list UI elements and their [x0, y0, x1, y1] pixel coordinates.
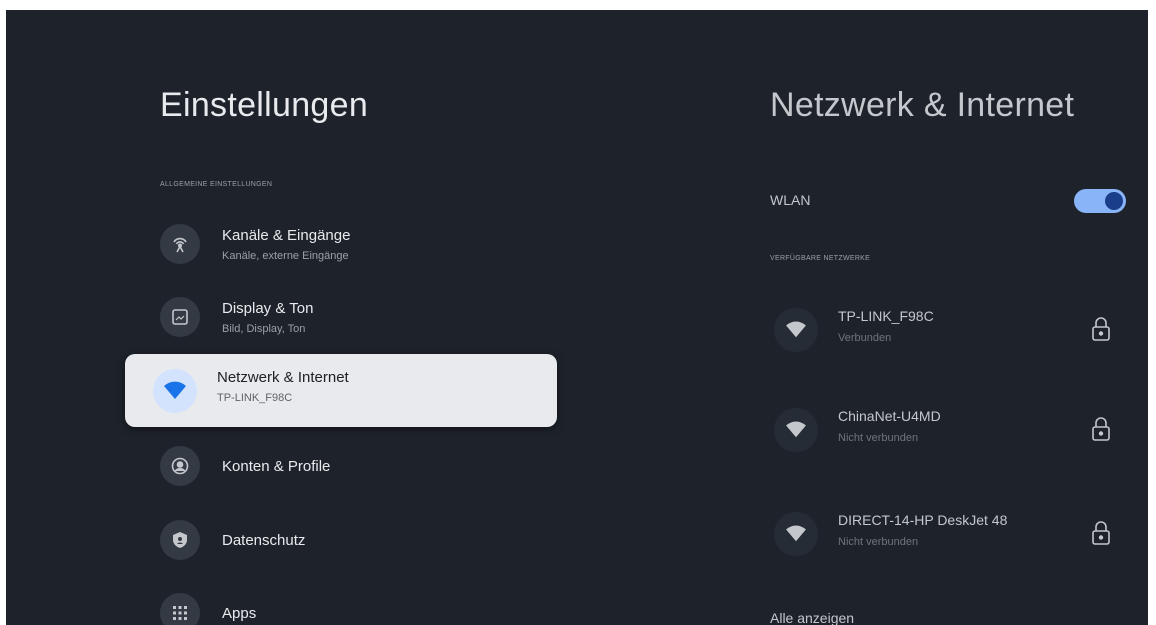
menu-item-label: Kanäle & Eingänge: [222, 227, 351, 244]
lock-icon: [1092, 317, 1110, 341]
antenna-icon: [160, 224, 200, 264]
menu-item-label: Apps: [222, 605, 257, 622]
network-status: Nicht verbunden: [838, 536, 919, 548]
network-status: Nicht verbunden: [838, 432, 919, 444]
account-icon: [160, 446, 200, 486]
wlan-toggle[interactable]: [1074, 189, 1126, 213]
shield-icon: [160, 520, 200, 560]
network-item-chinanet[interactable]: ChinaNet-U4MD Nicht verbunden: [774, 400, 1134, 460]
menu-item-subtitle: Bild, Display, Ton: [222, 323, 306, 335]
wlan-label: WLAN: [770, 192, 811, 208]
menu-item-label: Netzwerk & Internet: [217, 369, 349, 386]
menu-item-subtitle: Kanäle, externe Eingänge: [222, 250, 349, 262]
network-status: Verbunden: [838, 332, 892, 344]
menu-item-label: Konten & Profile: [222, 458, 331, 475]
section-label-general: ALLGEMEINE EINSTELLUNGEN: [160, 181, 273, 188]
toggle-knob: [1105, 192, 1123, 210]
menu-item-channels-inputs[interactable]: Kanäle & Eingänge Kanäle, externe Eingän…: [160, 214, 560, 270]
wifi-icon: [774, 512, 818, 556]
network-name: DIRECT-14-HP DeskJet 48: [838, 512, 1008, 528]
tv-settings-screen: Einstellungen ALLGEMEINE EINSTELLUNGEN K…: [6, 10, 1148, 625]
apps-grid-icon: [160, 593, 200, 625]
display-icon: [160, 297, 200, 337]
menu-item-subtitle: TP-LINK_F98C: [217, 392, 293, 404]
show-all-networks-link[interactable]: Alle anzeigen: [770, 610, 854, 625]
network-name: ChinaNet-U4MD: [838, 408, 941, 424]
page-title: Einstellungen: [160, 86, 369, 124]
wifi-icon: [774, 308, 818, 352]
available-networks-label: VERFÜGBARE NETZWERKE: [770, 255, 871, 262]
network-item-tplink[interactable]: TP-LINK_F98C Verbunden: [774, 300, 1134, 360]
menu-item-privacy[interactable]: Datenschutz: [160, 510, 560, 566]
menu-item-label: Datenschutz: [222, 532, 306, 549]
network-name: TP-LINK_F98C: [838, 308, 934, 324]
network-item-hp-deskjet[interactable]: DIRECT-14-HP DeskJet 48 Nicht verbunden: [774, 504, 1134, 564]
wifi-icon: [774, 408, 818, 452]
menu-item-display-sound[interactable]: Display & Ton Bild, Display, Ton: [160, 287, 560, 343]
wifi-icon: [153, 369, 197, 413]
panel-title: Netzwerk & Internet: [770, 86, 1075, 124]
menu-item-accounts-profiles[interactable]: Konten & Profile: [160, 436, 560, 492]
menu-item-apps[interactable]: Apps: [160, 583, 560, 625]
lock-icon: [1092, 521, 1110, 545]
menu-item-label: Display & Ton: [222, 300, 314, 317]
menu-item-network-internet[interactable]: Netzwerk & Internet TP-LINK_F98C: [125, 354, 557, 427]
lock-icon: [1092, 417, 1110, 441]
